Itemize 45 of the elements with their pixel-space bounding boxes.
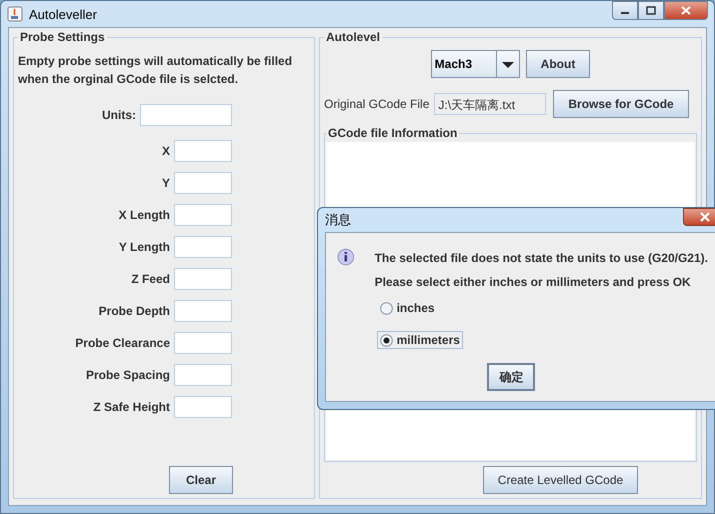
field-label: Y bbox=[160, 176, 170, 190]
input-field[interactable] bbox=[174, 236, 232, 258]
controller-dropdown[interactable]: Mach3 bbox=[430, 50, 520, 78]
message-text: The selected file does not state the units to use (G20/G21). bbox=[374, 250, 708, 267]
description-text: Empty probe settings will automatically be filled when the orginal GCode file is selcted. bbox=[18, 53, 294, 88]
input-field[interactable] bbox=[174, 204, 232, 226]
field-label: Units: bbox=[101, 108, 136, 122]
field-label: Y Length bbox=[118, 240, 170, 254]
message-text: Please select either inches or millimeters and press OK bbox=[374, 274, 692, 291]
close-icon bbox=[699, 212, 711, 222]
radio-option[interactable]: millimeters bbox=[376, 331, 463, 349]
field-label: Probe Spacing bbox=[84, 368, 170, 382]
close-icon bbox=[681, 6, 691, 15]
field-label: Probe Depth bbox=[98, 304, 170, 318]
clear-button[interactable]: Clear bbox=[169, 466, 233, 494]
panel-title: Probe Settings bbox=[19, 30, 106, 44]
field-label: Probe Clearance bbox=[74, 336, 170, 350]
input-field[interactable] bbox=[174, 300, 232, 322]
minimize-button[interactable] bbox=[612, 1, 638, 20]
input-field[interactable] bbox=[174, 140, 232, 162]
close-button[interactable] bbox=[664, 1, 708, 20]
panel-title: Autolevel bbox=[325, 30, 382, 44]
input-field[interactable] bbox=[174, 268, 232, 290]
field-label: X bbox=[160, 144, 170, 158]
maximize-button[interactable] bbox=[638, 1, 664, 20]
browse-button[interactable]: Browse for GCode bbox=[553, 90, 689, 118]
field-label: Z Feed bbox=[130, 272, 170, 286]
close-button[interactable] bbox=[683, 208, 715, 226]
input-field[interactable] bbox=[174, 364, 232, 386]
create-button[interactable]: Create Levelled GCode bbox=[482, 466, 638, 494]
field-label: Z Safe Height bbox=[92, 400, 170, 414]
units-field[interactable] bbox=[140, 104, 232, 126]
ok-button[interactable]: 确定 bbox=[487, 363, 536, 391]
field-label: Original GCode File bbox=[324, 97, 430, 111]
window-title: Autoleveller bbox=[29, 6, 97, 22]
field-label: X Length bbox=[118, 208, 170, 222]
maximize-icon bbox=[646, 6, 656, 15]
panel-title: GCode file Information bbox=[327, 126, 458, 140]
input-field[interactable] bbox=[174, 172, 232, 194]
file-path-field[interactable]: J:\天车隔离.txt bbox=[434, 93, 546, 115]
input-field[interactable] bbox=[174, 396, 232, 418]
radio-option[interactable]: inches bbox=[376, 299, 438, 317]
input-field[interactable] bbox=[174, 332, 232, 354]
dialog-title: 消息 bbox=[325, 211, 351, 229]
about-button[interactable]: About bbox=[526, 50, 590, 78]
